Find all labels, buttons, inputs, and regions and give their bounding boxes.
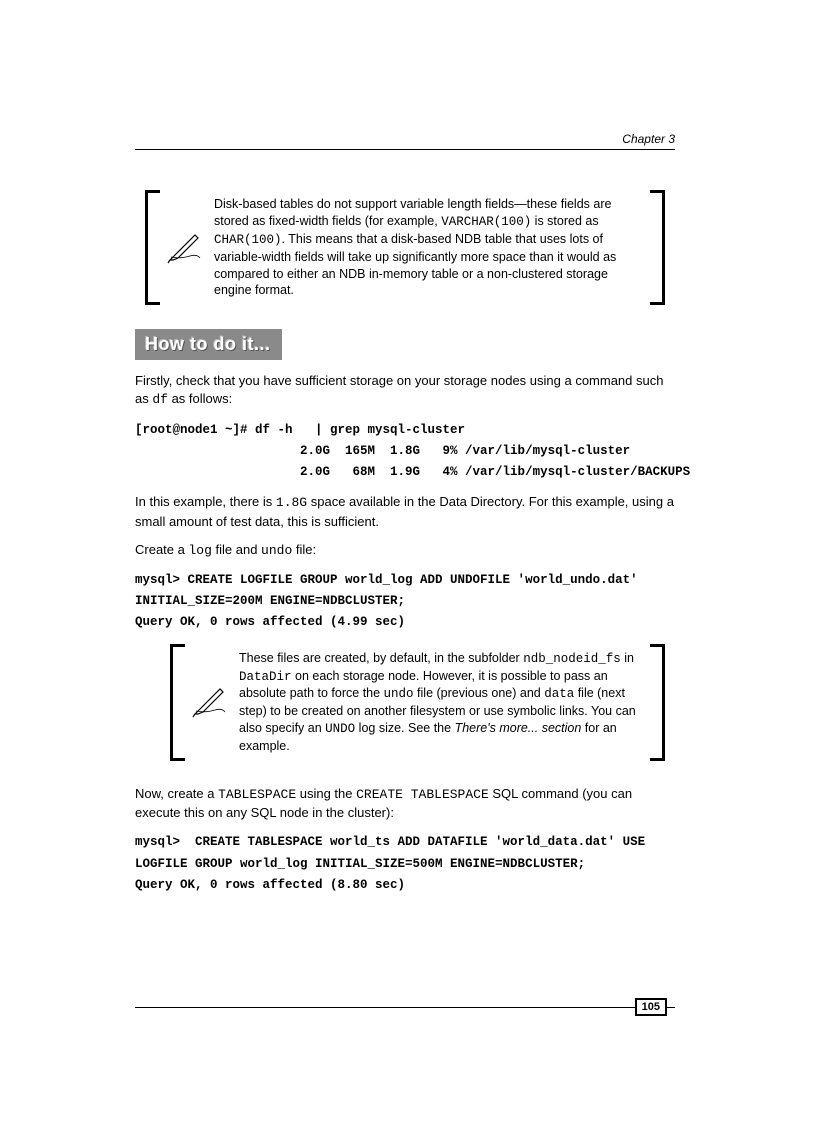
- p3b: file and: [212, 542, 261, 557]
- header-rule: Chapter 3: [135, 135, 675, 150]
- n2c3: undo: [384, 687, 414, 701]
- p3c2: undo: [261, 543, 292, 558]
- chapter-label: Chapter 3: [618, 132, 675, 146]
- bracket-right-icon: [650, 190, 665, 305]
- n2c4: data: [544, 687, 574, 701]
- bracket-right-icon: [650, 644, 665, 761]
- n2c1: ndb_nodeid_fs: [523, 652, 621, 666]
- footer-rule: 105: [135, 1006, 675, 1008]
- bracket-left-icon: [145, 190, 160, 305]
- page-content: Chapter 3 Disk-based tables do not suppo…: [135, 135, 675, 906]
- page-number: 105: [635, 998, 667, 1016]
- note1-t2: is stored as: [531, 214, 598, 228]
- note-block-2: These files are created, by default, in …: [170, 644, 665, 761]
- paragraph-2: In this example, there is 1.8G space ava…: [135, 493, 675, 530]
- code-block-2: mysql> CREATE LOGFILE GROUP world_log AD…: [135, 570, 675, 634]
- note-text-2: These files are created, by default, in …: [235, 644, 650, 761]
- paragraph-3: Create a log file and undo file:: [135, 541, 675, 560]
- code-block-1: [root@node1 ~]# df -h | grep mysql-clust…: [135, 420, 675, 484]
- p4b: using the: [296, 786, 356, 801]
- p3c1: log: [188, 543, 211, 558]
- quill-icon: [185, 644, 235, 761]
- footer: 105: [135, 1006, 675, 1008]
- p4c2: CREATE TABLESPACE: [356, 787, 489, 802]
- p3a: Create a: [135, 542, 188, 557]
- p2c: 1.8G: [276, 495, 307, 510]
- n2t6: log size. See the: [355, 721, 454, 735]
- paragraph-4: Now, create a TABLESPACE using the CREAT…: [135, 785, 675, 822]
- n2t1: These files are created, by default, in …: [239, 651, 523, 665]
- code-block-3: mysql> CREATE TABLESPACE world_ts ADD DA…: [135, 832, 675, 896]
- note-block-1: Disk-based tables do not support variabl…: [145, 190, 665, 305]
- note-text-1: Disk-based tables do not support variabl…: [210, 190, 650, 305]
- section-heading: How to do it...: [135, 329, 282, 360]
- n2i1: There's more... section: [455, 721, 582, 735]
- n2c5: UNDO: [325, 722, 355, 736]
- note1-c2: CHAR(100): [214, 233, 282, 247]
- note1-c1: VARCHAR(100): [441, 215, 531, 229]
- n2t2: in: [621, 651, 634, 665]
- p2a: In this example, there is: [135, 494, 276, 509]
- quill-icon: [160, 190, 210, 305]
- p4a: Now, create a: [135, 786, 218, 801]
- p3d: file:: [292, 542, 316, 557]
- p1b: as follows:: [168, 391, 232, 406]
- bracket-left-icon: [170, 644, 185, 761]
- n2t4: file (previous one) and: [414, 686, 545, 700]
- p4c1: TABLESPACE: [218, 787, 296, 802]
- n2c2: DataDir: [239, 670, 292, 684]
- p1c: df: [152, 392, 168, 407]
- paragraph-1: Firstly, check that you have sufficient …: [135, 372, 675, 409]
